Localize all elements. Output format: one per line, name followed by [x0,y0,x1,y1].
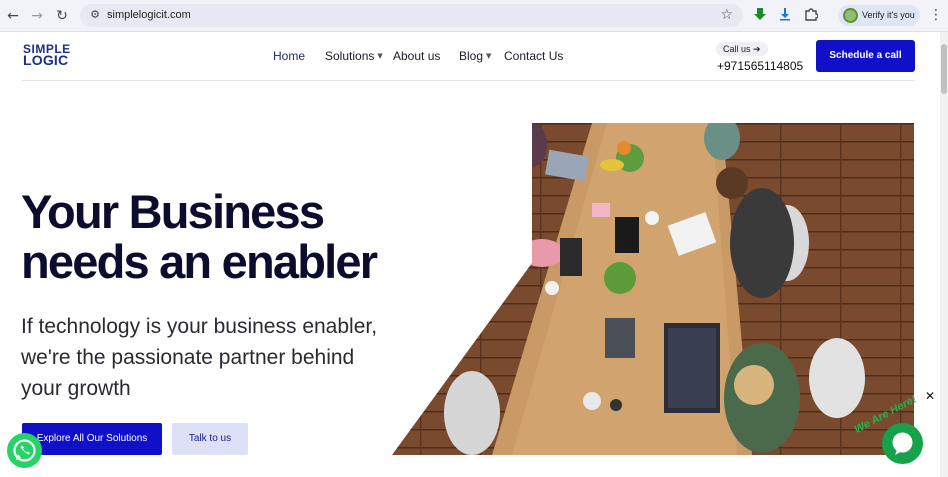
page-scrollbar[interactable] [940,32,948,477]
caret-down-icon: ▼ [377,52,383,60]
talk-to-us-button[interactable]: Talk to us [172,423,248,455]
avatar [843,8,858,23]
nav-solutions[interactable]: Solutions ▼ [325,49,383,63]
subtext-line2: we're the passionate partner behind [21,346,355,369]
back-icon[interactable]: ← [3,6,23,26]
website: SIMPLE LOGIC Home Solutions ▼ About us Bl… [0,32,940,477]
download-icon[interactable] [777,7,793,23]
scrollbar-thumb[interactable] [941,44,947,94]
subtext-line3: your growth [21,377,131,400]
header-divider [22,80,915,81]
nav-contact[interactable]: Contact Us [504,49,563,63]
hero-subtext: If technology is your business enabler, … [21,311,421,404]
nav-home[interactable]: Home [273,49,305,63]
browser-menu-icon[interactable]: ⋮ [929,7,943,23]
site-logo[interactable]: SIMPLE LOGIC [23,43,71,68]
extension-arrow-icon[interactable] [752,7,768,23]
bookmark-star-icon[interactable]: ☆ [720,7,733,23]
nav-blog-label: Blog [459,49,484,63]
site-info-icon[interactable]: ⚙ [88,8,102,22]
address-bar[interactable]: ⚙ simplelogicit.com ☆ [80,4,743,27]
logo-line2: LOGIC [23,52,69,68]
caret-down-icon: ▼ [486,52,492,60]
phone-number[interactable]: +971565114805 [717,59,803,73]
browser-toolbar: ← → ↻ ⚙ simplelogicit.com ☆ Verify it's … [0,0,948,32]
profile-label: Verify it's you [862,10,915,20]
schedule-call-button[interactable]: Schedule a call [816,40,915,72]
hero-headline: Your Business needs an enabler [21,185,378,288]
call-us-badge: Call us ➔ [716,42,768,56]
hero-office-image [392,123,914,455]
nav-about[interactable]: About us [393,49,440,63]
subtext-line1: If technology is your business enabler, [21,315,378,338]
forward-icon[interactable]: → [27,6,47,26]
nav-blog[interactable]: Blog ▼ [459,49,491,63]
headline-line1: Your Business [21,185,325,238]
close-icon[interactable]: ✕ [925,389,935,403]
profile-chip[interactable]: Verify it's you [838,5,920,26]
whatsapp-icon[interactable] [7,433,42,468]
url-text[interactable]: simplelogicit.com [107,9,191,21]
extensions-puzzle-icon[interactable] [803,7,819,23]
reload-icon[interactable]: ↻ [52,6,72,26]
headline-line2: needs an enabler [21,235,378,288]
chat-bubble-icon[interactable] [882,423,923,464]
explore-solutions-button[interactable]: Explore All Our Solutions [22,423,162,455]
nav-solutions-label: Solutions [325,49,375,63]
